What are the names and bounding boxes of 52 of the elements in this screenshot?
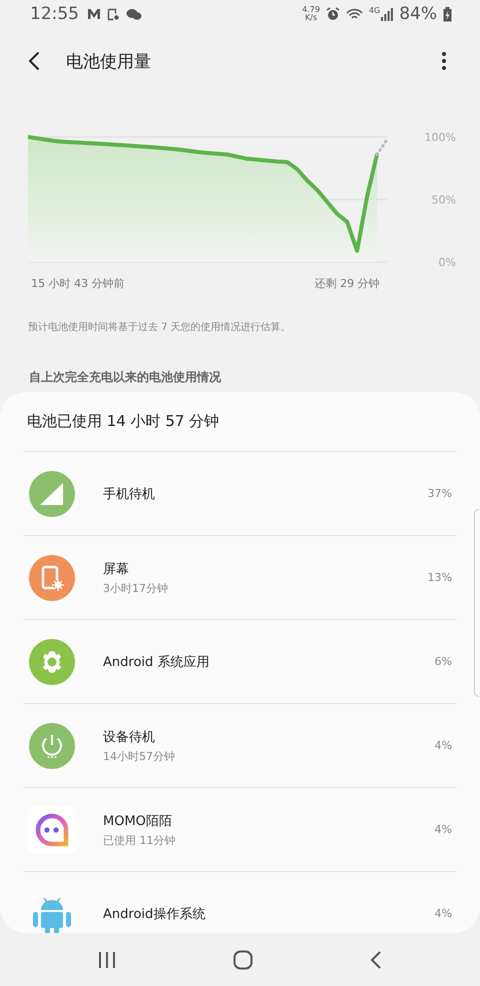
y-tick-label: 0%	[438, 256, 456, 269]
usage-row[interactable]: MOMO陌陌 已使用 11分钟 4%	[23, 788, 457, 872]
item-percent: 6%	[434, 655, 452, 668]
battery-icon	[443, 6, 452, 22]
back-icon	[28, 51, 40, 71]
item-name: Android 系统应用	[103, 654, 210, 670]
document-icon	[107, 8, 120, 20]
x-tick-label: 15 小时 43 分钟前	[31, 277, 125, 290]
back-icon	[370, 950, 382, 968]
speed-value: 4.79	[302, 6, 320, 14]
estimate-note: 预计电池使用时间将基于过去 7 天您的使用情况进行估算。	[28, 320, 292, 335]
clock-time: 12:55	[30, 4, 79, 24]
usage-row[interactable]: Android操作系统 4%	[23, 872, 457, 933]
more-icon	[442, 52, 446, 70]
section-title: 自上次完全充电以来的电池使用情况	[29, 369, 222, 386]
item-detail: 已使用 11分钟	[103, 832, 176, 848]
signal-icon	[28, 470, 76, 518]
item-name: 设备待机	[103, 728, 156, 746]
item-percent: 4%	[434, 739, 452, 752]
battery-percent: 84%	[399, 4, 437, 24]
speed-unit: K/s	[304, 14, 318, 22]
item-name: 屏幕	[103, 560, 130, 578]
item-percent: 4%	[434, 907, 452, 920]
usage-row[interactable]: 设备待机 14小时57分钟 4%	[23, 704, 457, 788]
item-detail: 3小时17分钟	[103, 580, 169, 596]
total-usage: 电池已使用 14 小时 57 分钟	[23, 392, 457, 452]
signal-icon	[381, 8, 394, 20]
item-percent: 13%	[428, 571, 452, 584]
chat-icon	[126, 8, 142, 20]
usage-row[interactable]: Android 系统应用 6%	[23, 620, 457, 704]
wifi-icon	[346, 8, 363, 20]
y-tick-label: 100%	[424, 131, 456, 144]
usage-row[interactable]: 手机待机 37%	[23, 452, 457, 536]
item-detail: 14小时57分钟	[103, 748, 176, 764]
usage-row[interactable]: 屏幕 3小时17分钟 13%	[23, 536, 457, 620]
recent-apps-icon	[98, 952, 116, 968]
x-tick-label: 还剩 29 分钟	[314, 277, 380, 290]
home-icon	[232, 950, 253, 970]
item-name: 手机待机	[103, 486, 156, 502]
alarm-icon	[326, 7, 340, 21]
screen-icon	[28, 554, 76, 602]
item-name: Android操作系统	[103, 906, 206, 922]
network-type: 4G	[368, 6, 380, 15]
item-percent: 4%	[434, 823, 452, 836]
projection-line	[376, 138, 388, 156]
item-name: MOMO陌陌	[103, 812, 173, 830]
power-icon	[28, 722, 76, 770]
item-percent: 37%	[428, 487, 452, 500]
page-title: 电池使用量	[66, 50, 152, 72]
mail-icon	[87, 8, 101, 20]
settings-icon	[28, 638, 76, 686]
y-tick-label: 50%	[432, 194, 456, 206]
